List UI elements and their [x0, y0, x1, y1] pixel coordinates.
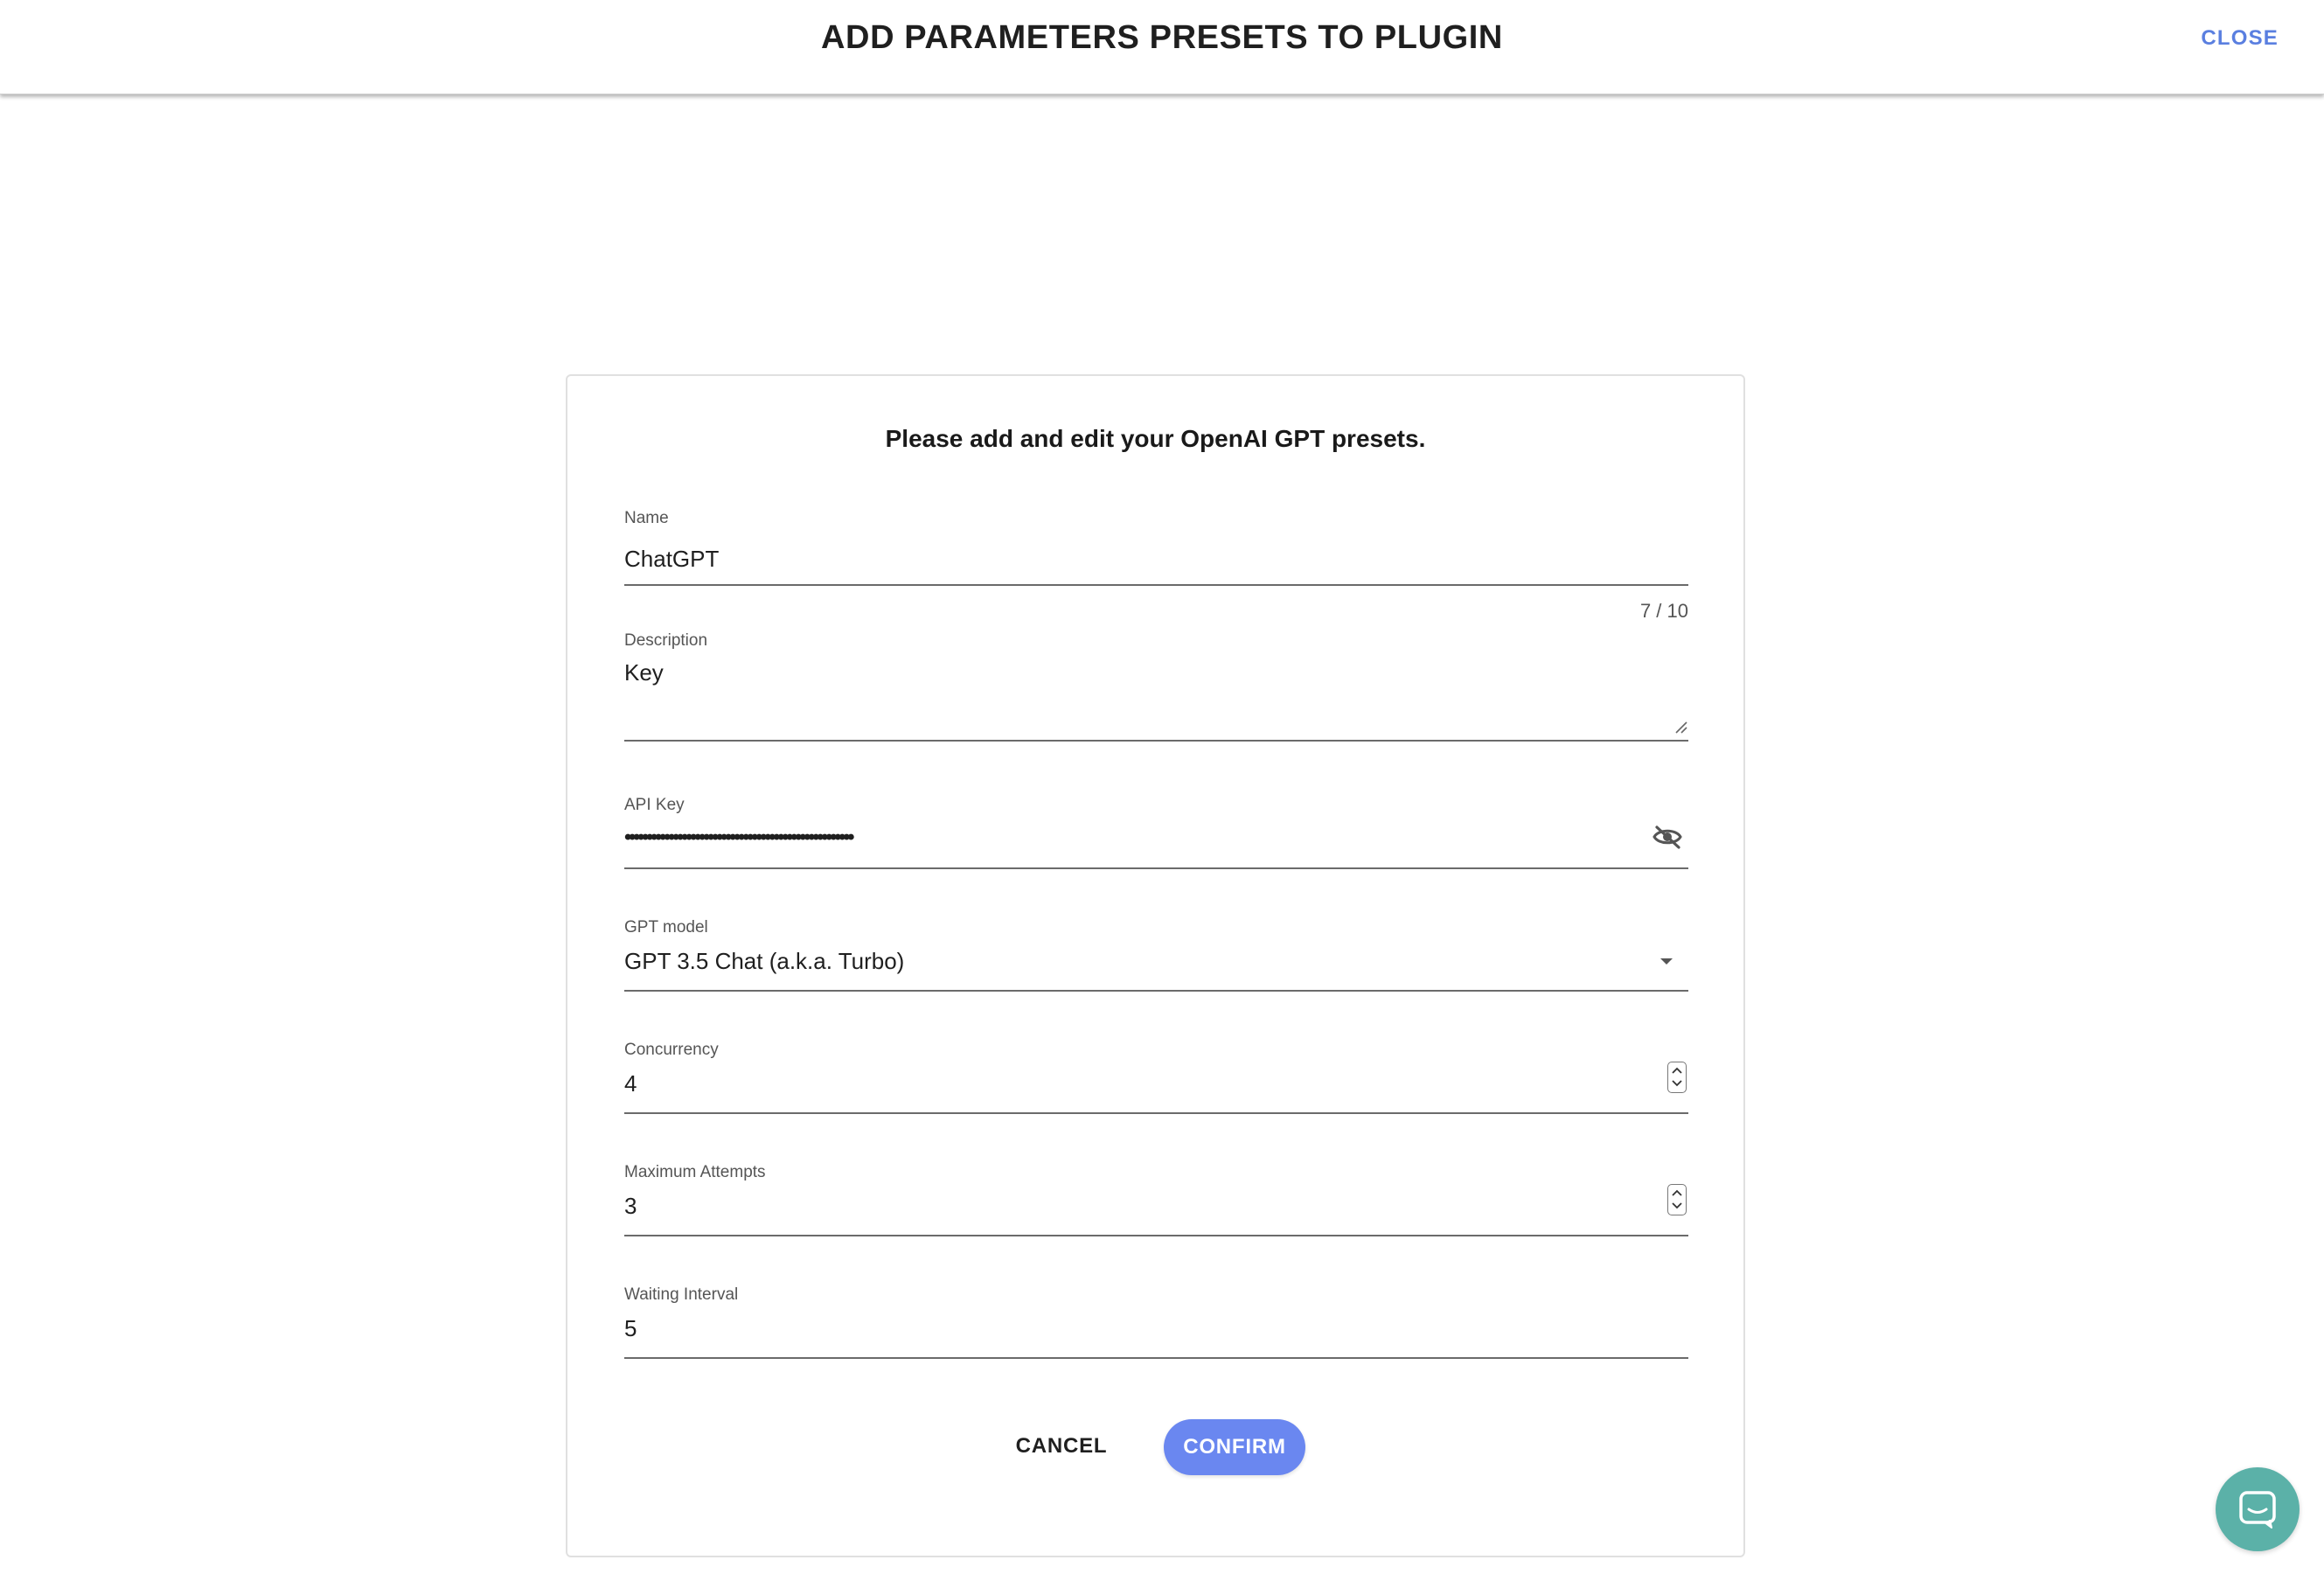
api-key-input[interactable]: ••••••••••••••••••••••••••••••••••••••••… — [624, 825, 855, 850]
concurrency-field[interactable]: Concurrency 4 — [624, 1041, 1688, 1128]
close-button[interactable]: CLOSE — [2201, 26, 2279, 51]
resize-grip-icon[interactable] — [1673, 719, 1688, 735]
dropdown-arrow-icon[interactable] — [1660, 958, 1673, 965]
eye-off-icon[interactable] — [1652, 824, 1683, 850]
api-key-underline — [624, 867, 1688, 869]
max-attempts-input[interactable]: 3 — [624, 1193, 637, 1220]
dialog-header: ADD PARAMETERS PRESETS TO PLUGIN CLOSE — [0, 0, 2324, 94]
name-underline — [624, 584, 1688, 586]
chat-bubble-icon — [2239, 1491, 2276, 1529]
max-attempts-stepper[interactable] — [1667, 1184, 1687, 1215]
page-title: ADD PARAMETERS PRESETS TO PLUGIN — [821, 19, 1503, 56]
chevron-down-icon[interactable] — [1671, 1079, 1683, 1088]
concurrency-stepper[interactable] — [1667, 1062, 1687, 1093]
gpt-model-field[interactable]: GPT model GPT 3.5 Chat (a.k.a. Turbo) — [624, 918, 1688, 1006]
chat-widget-button[interactable] — [2216, 1467, 2300, 1551]
description-textarea[interactable]: Key — [624, 659, 664, 686]
gpt-model-label: GPT model — [624, 918, 708, 937]
waiting-interval-label: Waiting Interval — [624, 1285, 739, 1304]
concurrency-label: Concurrency — [624, 1041, 719, 1059]
form-heading: Please add and edit your OpenAI GPT pres… — [885, 425, 1426, 452]
waiting-interval-underline — [624, 1357, 1688, 1359]
cancel-button[interactable]: CANCEL — [1007, 1419, 1116, 1473]
api-key-field[interactable]: API Key ••••••••••••••••••••••••••••••••… — [624, 796, 1688, 883]
name-input[interactable]: ChatGPT — [624, 546, 719, 573]
name-label: Name — [624, 509, 669, 527]
api-key-label: API Key — [624, 796, 685, 814]
chevron-up-icon[interactable] — [1671, 1188, 1683, 1197]
description-underline — [624, 740, 1688, 742]
gpt-model-select[interactable]: GPT 3.5 Chat (a.k.a. Turbo) — [624, 948, 904, 975]
description-field[interactable]: Description Key — [624, 631, 1688, 749]
max-attempts-underline — [624, 1235, 1688, 1236]
chevron-down-icon[interactable] — [1671, 1201, 1683, 1210]
chevron-up-icon[interactable] — [1671, 1066, 1683, 1075]
waiting-interval-field[interactable]: Waiting Interval 5 — [624, 1285, 1688, 1373]
name-field[interactable]: Name ChatGPT 7 / 10 — [624, 509, 1688, 623]
description-label: Description — [624, 631, 708, 650]
concurrency-input[interactable]: 4 — [624, 1070, 637, 1097]
confirm-button[interactable]: CONFIRM — [1164, 1419, 1305, 1475]
max-attempts-field[interactable]: Maximum Attempts 3 — [624, 1163, 1688, 1250]
name-char-counter: 7 / 10 — [1639, 600, 1688, 622]
gpt-model-underline — [624, 990, 1688, 992]
max-attempts-label: Maximum Attempts — [624, 1163, 766, 1181]
concurrency-underline — [624, 1112, 1688, 1114]
preset-form-card: Please add and edit your OpenAI GPT pres… — [566, 374, 1745, 1557]
waiting-interval-input[interactable]: 5 — [624, 1315, 637, 1342]
